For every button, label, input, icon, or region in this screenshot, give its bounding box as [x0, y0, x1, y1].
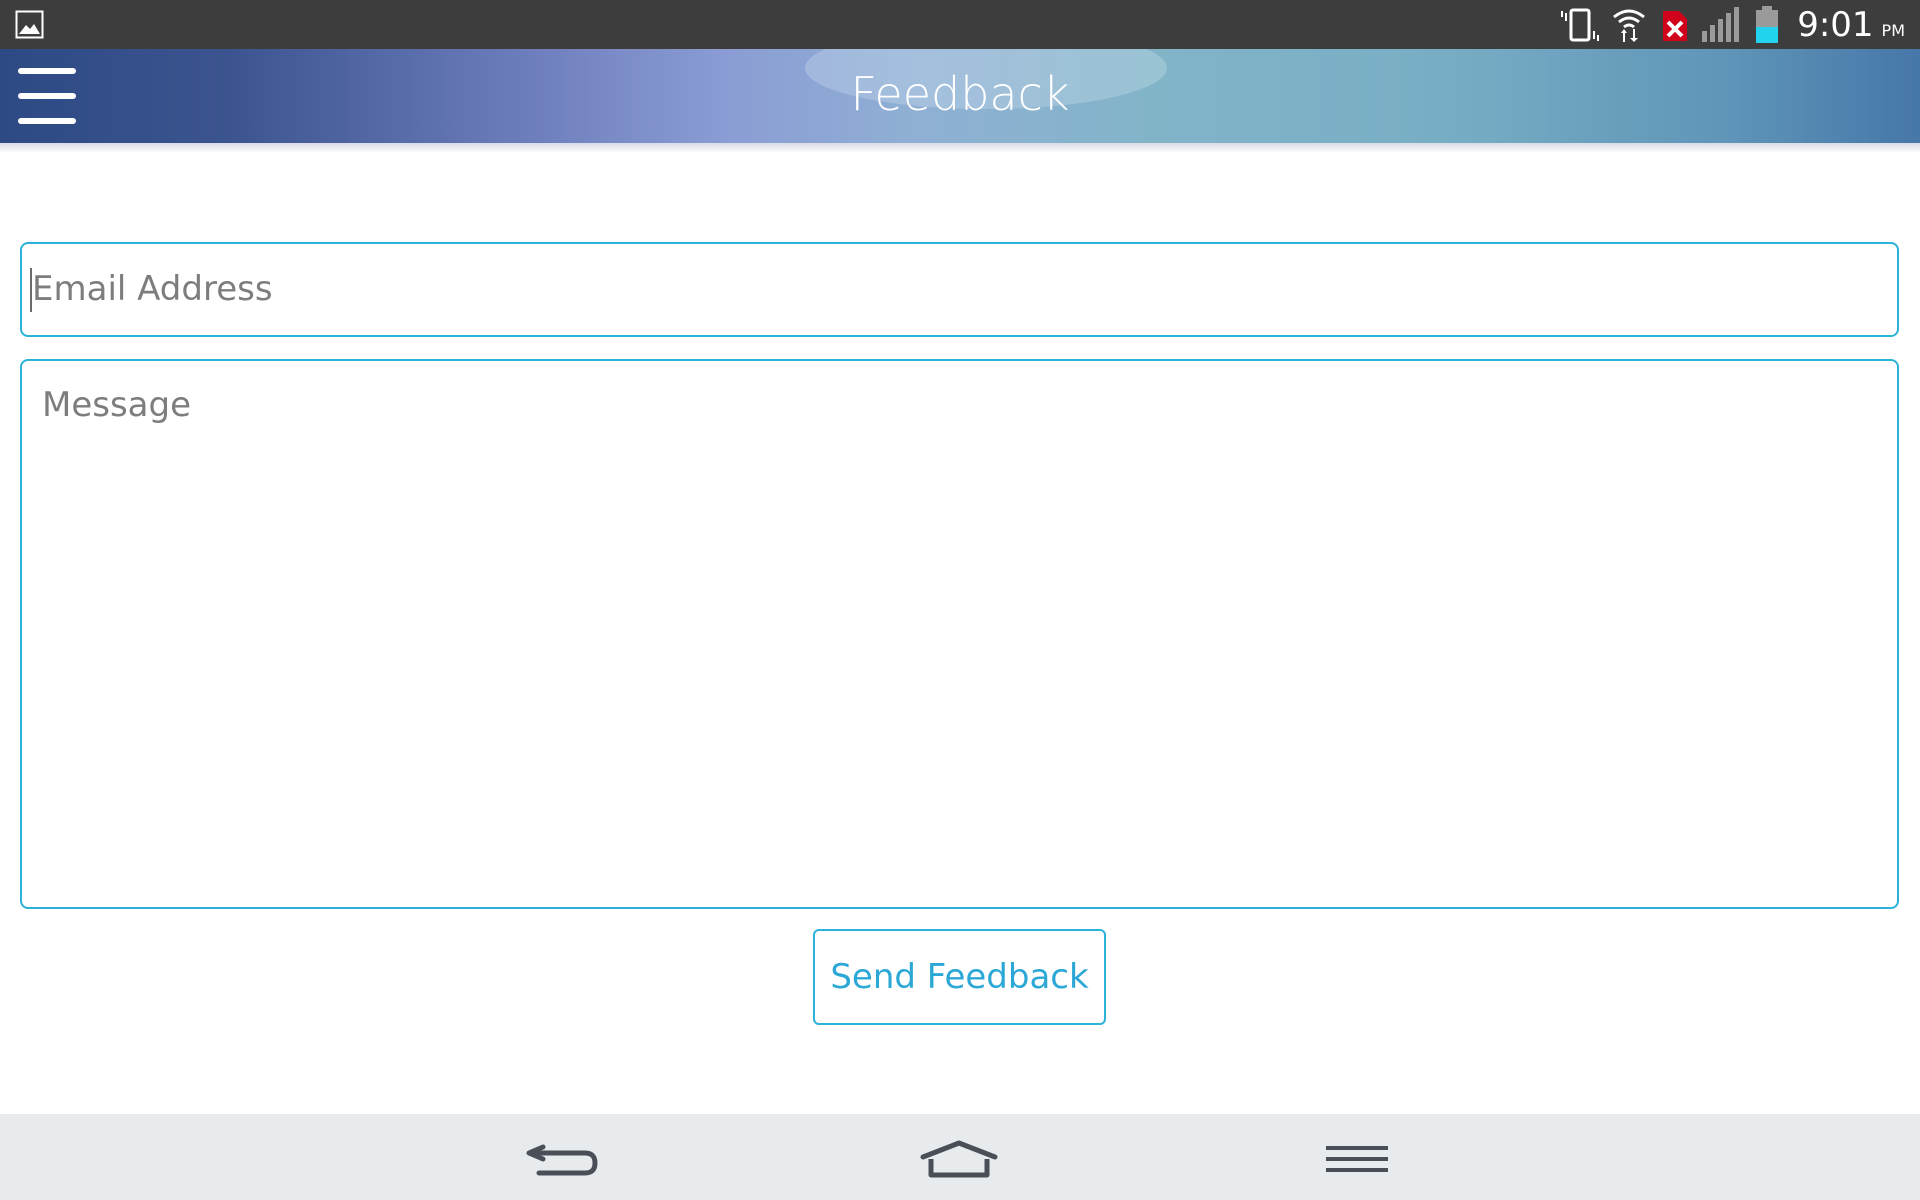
gallery-notification-icon — [15, 10, 44, 39]
battery-icon — [1755, 5, 1779, 44]
status-icons: 9:01 PM — [1561, 0, 1905, 49]
back-icon[interactable] — [517, 1134, 607, 1184]
message-field[interactable]: Message — [20, 359, 1899, 909]
signal-icon — [1701, 6, 1743, 43]
header-shadow — [0, 143, 1920, 153]
menu-icon[interactable] — [1312, 1134, 1402, 1184]
clock-ampm: PM — [1881, 20, 1905, 40]
sync-error-icon — [1659, 7, 1689, 43]
status-bar: 9:01 PM — [0, 0, 1920, 49]
clock: 9:01 PM — [1797, 5, 1905, 45]
message-placeholder: Message — [42, 385, 192, 425]
email-field[interactable]: Email Address — [20, 242, 1899, 337]
send-feedback-button[interactable]: Send Feedback — [813, 929, 1106, 1025]
email-placeholder: Email Address — [32, 269, 273, 309]
clock-time: 9:01 — [1797, 4, 1874, 45]
vibrate-icon — [1561, 7, 1600, 43]
home-icon[interactable] — [914, 1134, 1004, 1184]
wifi-icon — [1611, 7, 1647, 43]
page-title: Feedback — [850, 67, 1070, 121]
navigation-bar — [0, 1114, 1920, 1200]
